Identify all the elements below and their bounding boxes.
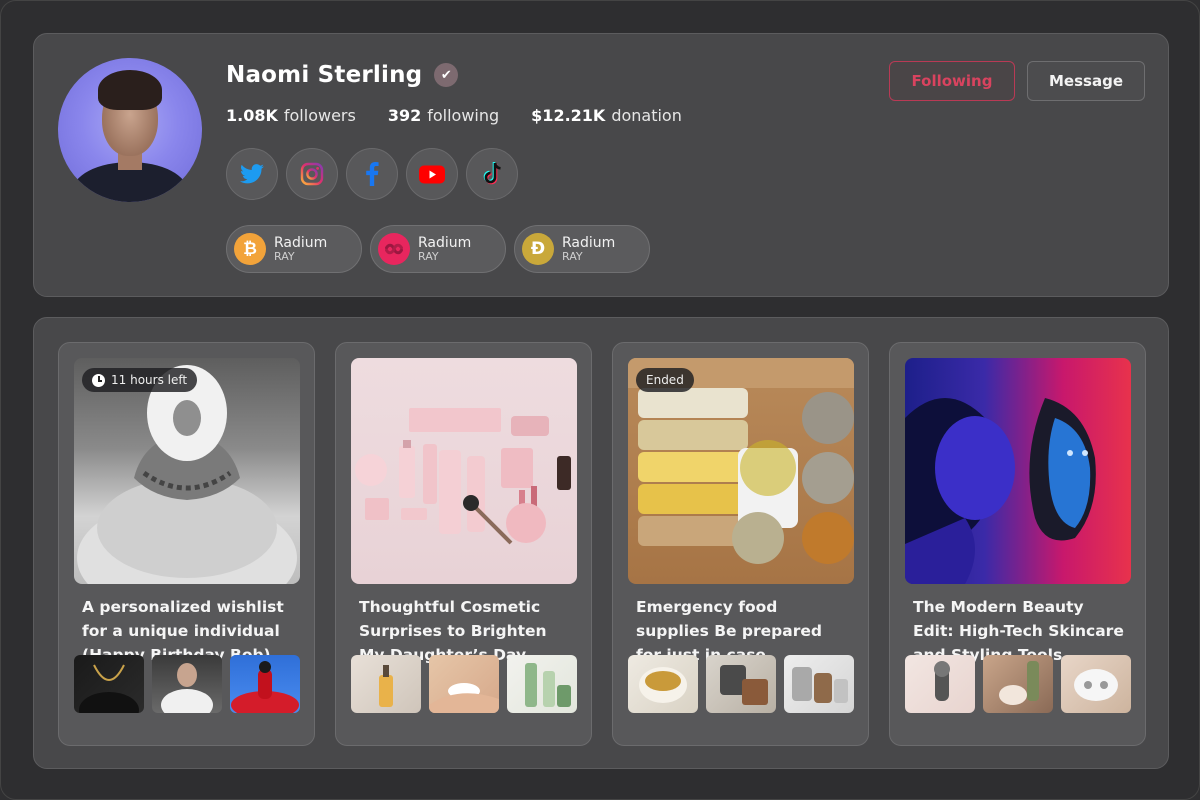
crypto-wallets: ₿ Radium RAY Radium RAY Ð Radium RAY (226, 225, 650, 273)
item-thumbnail[interactable] (706, 655, 776, 713)
wishlist-thumbnails (351, 655, 577, 713)
stat-donation: $12.21K donation (531, 106, 682, 125)
clock-icon (92, 373, 105, 387)
wishlist-cover-image[interactable] (905, 358, 1131, 584)
wishlist-card[interactable]: The Modern Beauty Edit: High-Tech Skinca… (889, 342, 1146, 746)
profile-name-row: Naomi Sterling ✔ (226, 62, 459, 88)
stat-followers[interactable]: 1.08K followers (226, 106, 356, 125)
wishlists-panel: 11 hours left A personalized wishlist fo… (33, 317, 1169, 769)
profile-name: Naomi Sterling (226, 62, 423, 88)
dogecoin-icon: Ð (522, 233, 554, 265)
wishlist-cover-image[interactable]: 11 hours left (74, 358, 300, 584)
item-thumbnail[interactable] (784, 655, 854, 713)
following-button[interactable]: Following (889, 61, 1015, 101)
radium-icon (378, 233, 410, 265)
profile-stats: 1.08K followers 392 following $12.21K donat… (226, 106, 682, 125)
item-thumbnail[interactable] (983, 655, 1053, 713)
item-thumbnail[interactable] (429, 655, 499, 713)
wishlist-thumbnails (905, 655, 1131, 713)
item-thumbnail[interactable] (507, 655, 577, 713)
item-thumbnail[interactable] (74, 655, 144, 713)
wishlist-card[interactable]: Ended Emergency food supplies Be prepare… (612, 342, 869, 746)
facebook-icon[interactable] (346, 148, 398, 200)
wishlist-card[interactable]: 11 hours left A personalized wishlist fo… (58, 342, 315, 746)
item-thumbnail[interactable] (351, 655, 421, 713)
status-badge: Ended (636, 368, 694, 392)
bitcoin-icon: ₿ (234, 233, 266, 265)
wishlist-card[interactable]: Thoughtful Cosmetic Surprises to Brighte… (335, 342, 592, 746)
item-thumbnail[interactable] (1061, 655, 1131, 713)
time-left-badge: 11 hours left (82, 368, 198, 392)
app-window: Naomi Sterling ✔ 1.08K followers 392 follo… (0, 0, 1200, 800)
profile-panel: Naomi Sterling ✔ 1.08K followers 392 follo… (33, 33, 1169, 297)
item-thumbnail[interactable] (628, 655, 698, 713)
coin-chip-dogecoin[interactable]: Ð Radium RAY (514, 225, 650, 273)
item-thumbnail[interactable] (905, 655, 975, 713)
item-thumbnail[interactable] (152, 655, 222, 713)
youtube-icon[interactable] (406, 148, 458, 200)
stat-following[interactable]: 392 following (388, 106, 499, 125)
instagram-icon[interactable] (286, 148, 338, 200)
wishlist-cover-image[interactable]: Ended (628, 358, 854, 584)
avatar[interactable] (58, 58, 202, 202)
social-links (226, 148, 518, 200)
wishlist-thumbnails (74, 655, 300, 713)
message-button[interactable]: Message (1027, 61, 1145, 101)
coin-chip-bitcoin[interactable]: ₿ Radium RAY (226, 225, 362, 273)
wishlist-cover-image[interactable] (351, 358, 577, 584)
check-badge-icon: ✔ (434, 63, 459, 87)
wishlist-thumbnails (628, 655, 854, 713)
tiktok-icon[interactable] (466, 148, 518, 200)
twitter-icon[interactable] (226, 148, 278, 200)
coin-chip-radium[interactable]: Radium RAY (370, 225, 506, 273)
item-thumbnail[interactable] (230, 655, 300, 713)
